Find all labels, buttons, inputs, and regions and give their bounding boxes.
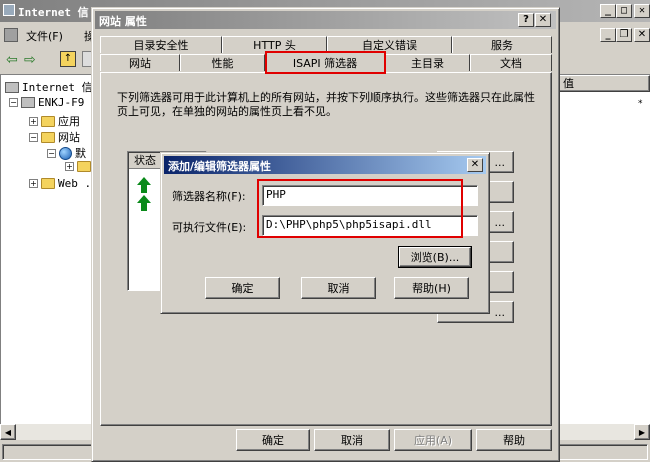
button-label: 确定 — [262, 434, 284, 447]
result-pane[interactable]: 值 * — [556, 74, 650, 424]
button-label: 取消 — [341, 434, 363, 447]
expand-icon[interactable]: + — [29, 179, 38, 188]
up-folder-icon[interactable]: ↑ — [60, 51, 76, 67]
tree-item-subfolder[interactable]: + — [65, 161, 91, 172]
help-icon[interactable]: ? — [518, 13, 534, 27]
move-up-arrow-icon[interactable] — [137, 195, 151, 211]
tree-item-websites[interactable]: − 网站 — [29, 129, 80, 145]
tree-label: 默 — [75, 147, 86, 160]
forward-icon[interactable]: ⇨ — [24, 52, 36, 68]
tree-item-default-site[interactable]: − 默 — [47, 145, 86, 161]
edit-ok-button[interactable]: 确定 — [205, 277, 280, 299]
button-label: 浏览(B)... — [410, 251, 460, 264]
tab-label: 网站 — [129, 57, 151, 70]
button-label: 应用(A) — [413, 434, 453, 447]
child-close-icon[interactable]: ✕ — [634, 28, 650, 42]
button-label: ... — [494, 305, 506, 319]
tab-performance[interactable]: 性能 — [180, 54, 265, 71]
tab-http-headers[interactable]: HTTP 头 — [222, 36, 327, 53]
console-icon — [4, 28, 18, 42]
tab-website[interactable]: 网站 — [100, 54, 180, 71]
expand-icon[interactable]: + — [29, 116, 38, 126]
minimize-icon[interactable]: _ — [600, 4, 616, 18]
tree-label: Internet 信 — [22, 81, 93, 94]
iis-manager-icon — [5, 81, 19, 93]
console-tree[interactable]: Internet 信 − ENKJ-F9 + 应用 − 网站 − 默 + + W… — [0, 74, 96, 424]
tab-directory-security[interactable]: 目录安全性 — [100, 36, 222, 53]
tree-item-server[interactable]: − ENKJ-F9 — [9, 96, 84, 109]
tab-label: 文档 — [500, 57, 522, 70]
chevron-down-icon: * — [638, 99, 643, 109]
child-restore-icon[interactable]: ❐ — [616, 28, 632, 42]
tab-label: 性能 — [211, 57, 234, 70]
tab-label: 主目录 — [411, 57, 444, 70]
ok-button[interactable]: 确定 — [236, 429, 310, 451]
executable-label: 可执行文件(E): — [172, 221, 247, 234]
close-icon[interactable]: ✕ — [634, 4, 650, 18]
tree-item-web-ext[interactable]: + Web . — [29, 177, 91, 190]
cancel-button[interactable]: 取消 — [314, 429, 390, 451]
add-edit-filter-dialog: 添加/编辑筛选器属性 ✕ 筛选器名称(F): PHP 可执行文件(E): D:\… — [160, 152, 490, 314]
close-icon[interactable]: ✕ — [467, 158, 483, 172]
filter-name-input[interactable]: PHP — [262, 185, 478, 206]
child-minimize-icon[interactable]: _ — [600, 28, 616, 42]
back-icon[interactable]: ⇦ — [6, 52, 18, 68]
tab-label: ISAPI 筛选器 — [292, 56, 358, 70]
tree-label: 应用 — [58, 115, 80, 128]
button-label: ... — [494, 155, 506, 169]
tab-home-directory[interactable]: 主目录 — [385, 54, 470, 71]
scroll-right-button[interactable]: ▶ — [634, 424, 650, 440]
globe-icon — [59, 146, 72, 160]
dialog-title-bar: 网站 属性 ? ✕ — [95, 11, 556, 29]
tree-label: Web . — [58, 177, 92, 190]
tab-documents[interactable]: 文档 — [470, 54, 552, 71]
iis-icon — [3, 4, 15, 16]
executable-input[interactable]: D:\PHP\php5\php5isapi.dll — [262, 215, 478, 236]
tab-label: HTTP 头 — [253, 39, 296, 52]
tab-service[interactable]: 服务 — [452, 36, 552, 53]
tree-label: 网站 — [58, 131, 80, 144]
button-label: 帮助 — [503, 434, 525, 447]
tab-label: 自定义错误 — [362, 39, 417, 52]
tree-item-app-pools[interactable]: + 应用 — [29, 113, 80, 129]
edit-cancel-button[interactable]: 取消 — [301, 277, 376, 299]
close-icon[interactable]: ✕ — [535, 13, 551, 27]
collapse-icon[interactable]: − — [29, 132, 38, 142]
edit-help-button[interactable]: 帮助(H) — [394, 277, 469, 299]
tree-label: ENKJ-F9 — [38, 96, 85, 109]
button-label: ... — [494, 215, 506, 229]
button-label: 帮助(H) — [412, 282, 451, 295]
button-label: 确定 — [231, 282, 254, 295]
collapse-icon[interactable]: − — [47, 148, 56, 158]
folder-icon — [41, 178, 55, 189]
filter-name-label: 筛选器名称(F): — [172, 190, 246, 203]
collapse-icon[interactable]: − — [9, 98, 18, 107]
browse-button[interactable]: 浏览(B)... — [398, 246, 472, 268]
column-header[interactable]: 值 — [556, 75, 650, 92]
edit-dialog-title-bar: 添加/编辑筛选器属性 ✕ — [164, 156, 486, 174]
column-header-label: 值 — [563, 77, 574, 90]
filter-description: 下列筛选器可用于此计算机上的所有网站，并按下列顺序执行。这些筛选器只在此属性页上… — [117, 91, 535, 118]
button-label: 取消 — [327, 282, 350, 295]
edit-dialog-title: 添加/编辑筛选器属性 — [168, 160, 272, 173]
folder-icon — [41, 115, 55, 127]
menu-file[interactable]: 文件(F) — [26, 28, 63, 44]
maximize-icon[interactable]: □ — [616, 4, 632, 18]
tab-custom-errors[interactable]: 自定义错误 — [327, 36, 452, 53]
folder-icon — [77, 161, 91, 172]
tab-label: 目录安全性 — [133, 39, 189, 52]
apply-button[interactable]: 应用(A) — [394, 429, 472, 451]
column-header-label: 状态 — [134, 154, 156, 167]
tab-isapi-filters[interactable]: ISAPI 筛选器 — [265, 52, 385, 72]
folder-icon — [41, 131, 55, 143]
scroll-left-button[interactable]: ◀ — [0, 424, 16, 440]
tab-label: 服务 — [491, 39, 513, 52]
move-up-arrow-icon[interactable] — [137, 177, 151, 193]
expand-icon[interactable]: + — [65, 162, 74, 171]
server-icon — [21, 97, 35, 108]
help-button[interactable]: 帮助 — [476, 429, 552, 451]
dialog-title: 网站 属性 — [99, 15, 147, 28]
mmc-title: Internet 信 — [18, 6, 89, 19]
tree-item-root[interactable]: Internet 信 — [5, 79, 93, 95]
